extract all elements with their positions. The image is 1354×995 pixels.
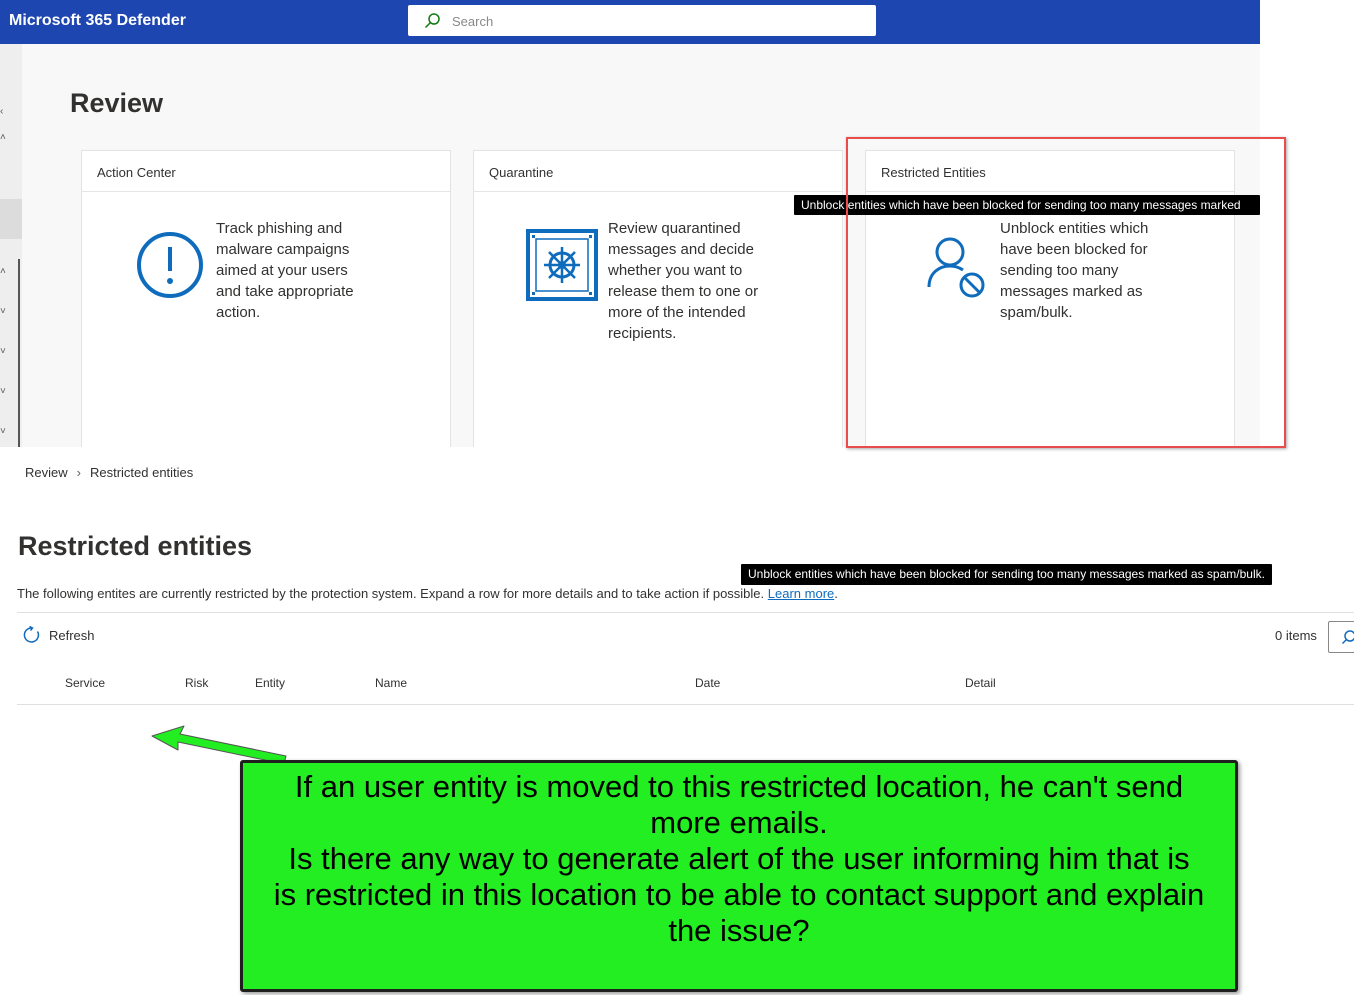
annotation-callout: If an user entity is moved to this restr… bbox=[240, 760, 1238, 992]
app-title: Microsoft 365 Defender bbox=[9, 12, 186, 29]
chevron-down-icon[interactable]: ˅ bbox=[0, 346, 6, 357]
column-header-service[interactable]: Service bbox=[65, 676, 105, 690]
learn-more-link[interactable]: Learn more bbox=[768, 586, 834, 601]
nav-scrollbar[interactable] bbox=[18, 259, 20, 447]
highlight-rectangle bbox=[846, 137, 1286, 448]
column-header-date[interactable]: Date bbox=[695, 676, 720, 690]
description-text: The following entites are currently rest… bbox=[17, 586, 765, 601]
column-header-risk[interactable]: Risk bbox=[185, 676, 208, 690]
column-header-entity[interactable]: Entity bbox=[255, 676, 285, 690]
divider bbox=[17, 612, 1354, 613]
card-header: Action Center bbox=[82, 151, 450, 192]
chevron-up-icon[interactable]: ˄ bbox=[0, 266, 6, 277]
item-count: 0 items bbox=[1275, 628, 1317, 643]
search-icon bbox=[1341, 630, 1354, 645]
alert-circle-icon bbox=[137, 232, 203, 298]
chevron-down-icon[interactable]: ˅ bbox=[0, 386, 6, 397]
description-end: . bbox=[834, 586, 838, 601]
refresh-button[interactable]: Refresh bbox=[23, 624, 95, 646]
chevron-icon[interactable]: ‹ bbox=[0, 106, 3, 117]
top-navigation-bar: Microsoft 365 Defender bbox=[0, 0, 1260, 44]
tooltip: Unblock entities which have been blocked… bbox=[741, 564, 1272, 585]
column-header-detail[interactable]: Detail bbox=[965, 676, 996, 690]
table-header-divider bbox=[17, 704, 1354, 705]
page-title: Review bbox=[70, 88, 164, 118]
search-icon bbox=[424, 13, 440, 29]
page-description: The following entites are currently rest… bbox=[17, 586, 838, 601]
annotation-line: Is there any way to generate alert of th… bbox=[273, 841, 1205, 948]
table-search-button[interactable] bbox=[1328, 621, 1354, 653]
card-quarantine[interactable]: Quarantine Review quarantined messages a… bbox=[473, 150, 843, 447]
chevron-down-icon[interactable]: ˅ bbox=[0, 426, 6, 437]
refresh-label: Refresh bbox=[49, 627, 95, 643]
left-navigation-rail[interactable]: ‹ ˄ ˄ ˅ ˅ ˅ ˅ bbox=[0, 44, 22, 447]
column-header-name[interactable]: Name bbox=[375, 676, 407, 690]
card-title: Quarantine bbox=[489, 165, 554, 180]
page-title: Restricted entities bbox=[18, 531, 253, 561]
breadcrumb-item-current: Restricted entities bbox=[89, 465, 194, 480]
chevron-down-icon[interactable]: ˅ bbox=[0, 306, 6, 317]
card-description: Review quarantined messages and decide w… bbox=[608, 220, 759, 342]
card-action-center[interactable]: Action Center Track phishing and malware… bbox=[81, 150, 451, 447]
card-description: Track phishing and malware campaigns aim… bbox=[216, 220, 354, 321]
chevron-up-icon[interactable]: ˄ bbox=[0, 132, 6, 143]
chevron-right-icon: › bbox=[76, 465, 81, 480]
breadcrumb: Review › Restricted entities bbox=[25, 465, 193, 480]
card-header: Quarantine bbox=[474, 151, 842, 192]
refresh-icon bbox=[23, 626, 40, 643]
search-input[interactable] bbox=[452, 11, 852, 31]
search-box[interactable] bbox=[408, 5, 876, 36]
annotation-line: If an user entity is moved to this restr… bbox=[294, 769, 1184, 840]
card-title: Action Center bbox=[97, 165, 176, 180]
nav-selected-item[interactable] bbox=[0, 199, 22, 239]
breadcrumb-item-review[interactable]: Review bbox=[25, 465, 68, 480]
vault-icon bbox=[526, 229, 598, 301]
